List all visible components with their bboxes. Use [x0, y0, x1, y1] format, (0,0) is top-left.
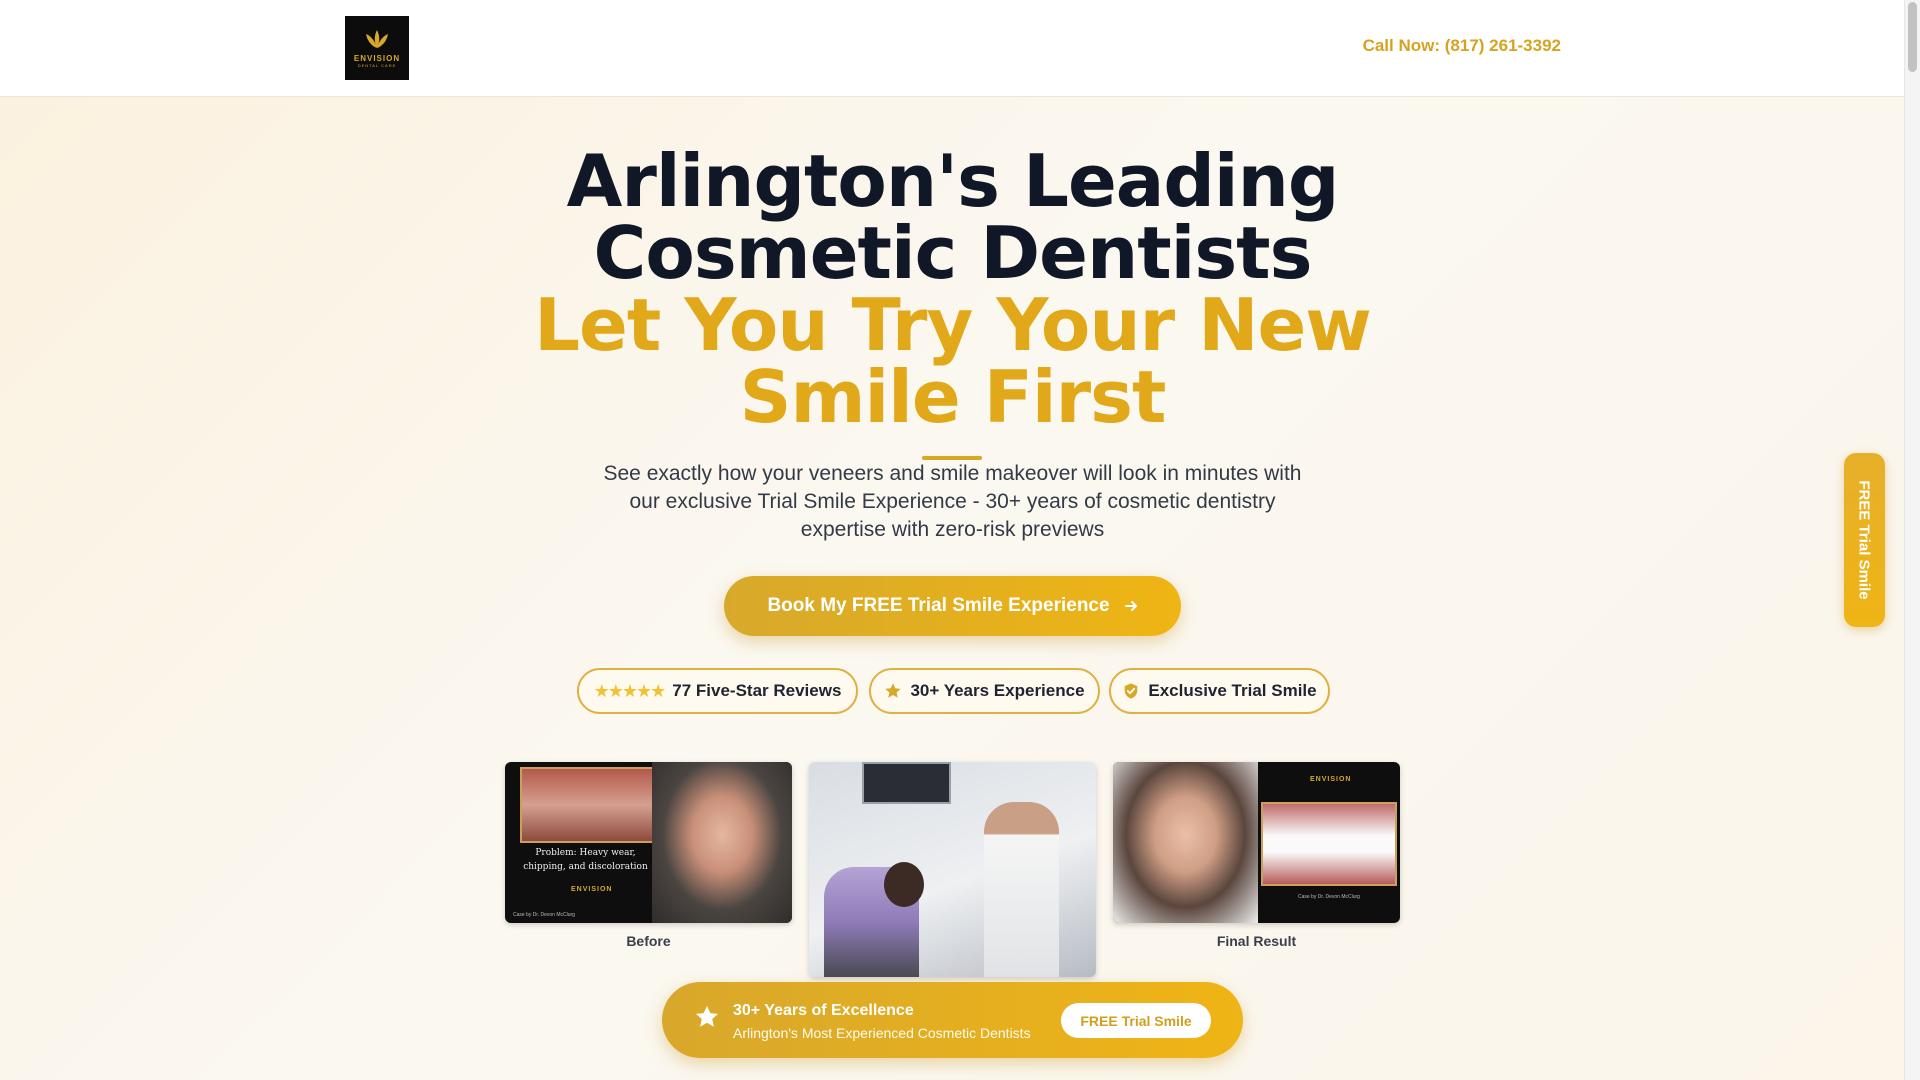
scrollbar[interactable]: [1904, 0, 1920, 1080]
logo-text: ENVISION: [353, 54, 401, 63]
hero-title-line-2: Cosmetic Dentists: [593, 211, 1313, 295]
patient: [884, 862, 924, 907]
banner-free-trial-button[interactable]: FREE Trial Smile: [1061, 1003, 1211, 1038]
after-card-credit: Case by Dr. Devon McClurg: [1298, 894, 1360, 900]
shield-check-icon: [1125, 683, 1138, 699]
before-caption: Before: [626, 933, 671, 949]
book-trial-smile-button[interactable]: Book My FREE Trial Smile Experience: [724, 576, 1181, 636]
after-teeth-photo: [1261, 802, 1397, 886]
before-image[interactable]: Problem: Heavy wear, chipping, and disco…: [505, 762, 792, 923]
before-face-photo: [652, 762, 792, 923]
lotus-icon: [366, 30, 388, 48]
hero-title-line-4: Smile First: [739, 355, 1167, 439]
star-icon: [885, 683, 902, 698]
call-now-link[interactable]: Call Now: (817) 261-3392: [1363, 36, 1561, 56]
final-result-image[interactable]: ENVISION Case by Dr. Devon McClurg: [1113, 762, 1400, 923]
free-trial-side-tab[interactable]: FREE Trial Smile: [1844, 453, 1885, 627]
cta-label: Book My FREE Trial Smile Experience: [767, 595, 1110, 616]
banner-subtitle: Arlington's Most Experienced Cosmetic De…: [733, 1025, 1031, 1041]
before-card-logo: ENVISION: [571, 886, 613, 893]
exclusive-label: Exclusive Trial Smile: [1148, 681, 1317, 700]
site-header: ENVISION DENTAL CARE Call Now: (817) 261…: [0, 0, 1905, 97]
reviews-label: 77 Five-Star Reviews: [672, 681, 842, 700]
before-card-credit: Case by Dr. Devon McClurg: [513, 912, 575, 918]
hero-subtext: See exactly how your veneers and smile m…: [603, 462, 1302, 541]
five-star-icon: ★★★★★: [593, 680, 667, 701]
excellence-banner: 30+ Years of Excellence Arlington's Most…: [662, 982, 1243, 1058]
hero-title-line-3: Let You Try Your New: [534, 283, 1372, 367]
star-icon: [695, 1005, 719, 1027]
after-face-photo: [1113, 762, 1258, 923]
banner-title: 30+ Years of Excellence: [733, 1002, 914, 1019]
after-card-logo: ENVISION: [1310, 776, 1352, 783]
before-problem-text: Problem: Heavy wear, chipping, and disco…: [523, 848, 648, 872]
exclusive-badge: Exclusive Trial Smile: [1109, 668, 1330, 714]
experience-label: 30+ Years Experience: [910, 681, 1085, 700]
experience-badge: 30+ Years Experience: [869, 668, 1100, 714]
trust-badges: ★★★★★ 77 Five-Star Reviews 30+ Years Exp…: [0, 668, 1905, 714]
reviews-badge: ★★★★★ 77 Five-Star Reviews: [577, 668, 858, 714]
final-result-caption: Final Result: [1216, 933, 1297, 949]
side-tab-label: FREE Trial Smile: [1855, 480, 1873, 600]
scrollbar-thumb[interactable]: [1908, 2, 1917, 72]
envision-logo[interactable]: ENVISION DENTAL CARE: [345, 16, 409, 80]
logo-subtext: DENTAL CARE: [357, 63, 397, 68]
xray-monitor: [862, 762, 951, 804]
hero-title-line-1: Arlington's Leading: [566, 139, 1340, 223]
dentist: [984, 802, 1059, 977]
before-teeth-photo: [520, 767, 654, 843]
dentist-consultation-image[interactable]: [809, 762, 1096, 977]
arrow-right-icon: [1124, 601, 1137, 611]
